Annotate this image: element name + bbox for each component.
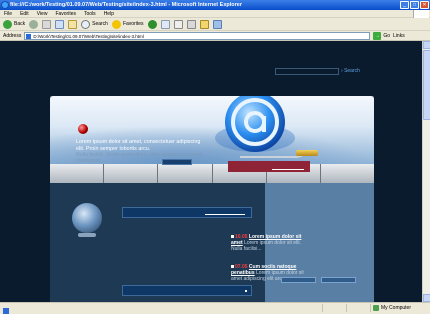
search-button[interactable]: Search bbox=[81, 19, 108, 29]
menu-bar: File Edit View Favorites Tools Help bbox=[0, 10, 430, 18]
site-search-input[interactable] bbox=[275, 68, 339, 75]
back-button[interactable]: Back bbox=[3, 19, 26, 29]
history-icon[interactable] bbox=[147, 19, 157, 29]
scroll-down-button[interactable] bbox=[423, 294, 430, 302]
print-icon[interactable] bbox=[173, 19, 183, 29]
minimize-button[interactable]: _ bbox=[400, 1, 409, 9]
menu-view[interactable]: View bbox=[37, 11, 48, 17]
nav-tabs bbox=[50, 164, 375, 183]
search-label: Search bbox=[92, 21, 108, 27]
search-icon bbox=[81, 19, 91, 29]
globe-stand bbox=[78, 233, 96, 237]
address-bar: Address D:\Work\Testing\01.09.07\Web\Tes… bbox=[0, 31, 430, 41]
audio-jack-icon bbox=[296, 150, 318, 156]
second-header-bar bbox=[122, 285, 252, 296]
favorites-label: Favorites bbox=[122, 21, 144, 27]
vertical-scrollbar[interactable] bbox=[422, 41, 430, 302]
zone-label: My Computer bbox=[381, 304, 412, 311]
status-bar: My Computer bbox=[0, 302, 430, 314]
menu-edit[interactable]: Edit bbox=[20, 11, 29, 17]
computer-icon bbox=[373, 304, 379, 311]
nav-tab-3[interactable] bbox=[158, 164, 213, 183]
favorites-button[interactable]: Favorites bbox=[111, 19, 144, 29]
go-button[interactable]: → Go bbox=[373, 31, 391, 40]
go-label: Go bbox=[383, 32, 391, 39]
folder-icon[interactable] bbox=[199, 19, 209, 29]
page-status-icon bbox=[3, 307, 9, 314]
window-controls: _ □ ✕ bbox=[400, 1, 429, 9]
forward-button[interactable] bbox=[29, 19, 39, 29]
menu-favorites[interactable]: Favorites bbox=[55, 11, 76, 17]
globe-icon bbox=[72, 203, 102, 233]
security-zone: My Computer bbox=[370, 303, 430, 312]
page-icon bbox=[26, 33, 32, 39]
edit-icon[interactable] bbox=[186, 19, 196, 29]
mail-icon[interactable] bbox=[160, 19, 170, 29]
scroll-thumb[interactable] bbox=[423, 50, 430, 120]
address-input[interactable]: D:\Work\Testing\01.09.07\Web\Testing\sit… bbox=[24, 31, 371, 40]
read-more-button[interactable] bbox=[162, 159, 192, 165]
scroll-up-button[interactable] bbox=[423, 41, 430, 49]
messenger-icon[interactable] bbox=[212, 19, 222, 29]
news-item: 10.05 Lorem ipsum dolor sit amet Lorem i… bbox=[231, 234, 311, 252]
menu-file[interactable]: File bbox=[4, 11, 12, 17]
site-search-label: Search bbox=[344, 68, 360, 74]
news-header-bar bbox=[228, 161, 310, 172]
red-orb-icon bbox=[78, 124, 88, 134]
standard-toolbar: Back Search Favorites bbox=[0, 18, 430, 31]
window-title: file:///C:/work/Testing/01.09.07/Web/Tes… bbox=[10, 2, 242, 8]
star-icon bbox=[111, 19, 121, 29]
bullet-icon bbox=[231, 265, 234, 268]
links-label[interactable]: Links bbox=[393, 33, 405, 39]
news-archive-button[interactable] bbox=[321, 277, 356, 283]
bullet-icon bbox=[231, 235, 234, 238]
status-segment bbox=[322, 303, 346, 312]
back-label: Back bbox=[14, 21, 26, 27]
main-header-bar bbox=[122, 207, 252, 218]
news-more-button[interactable] bbox=[281, 277, 316, 283]
nav-tab-1[interactable] bbox=[50, 164, 105, 183]
site-search-link[interactable]: › Search bbox=[341, 68, 360, 74]
maximize-button[interactable]: □ bbox=[410, 1, 419, 9]
site-container bbox=[50, 96, 375, 302]
address-label: Address bbox=[3, 32, 22, 39]
page-viewport: › Search Lorem ipsum dolor sit amet, con… bbox=[0, 41, 422, 302]
header-dot-icon bbox=[245, 290, 247, 292]
refresh-icon[interactable] bbox=[55, 19, 65, 29]
nav-tab-2[interactable] bbox=[104, 164, 159, 183]
nav-tab-6[interactable] bbox=[320, 164, 375, 183]
close-button[interactable]: ✕ bbox=[420, 1, 429, 9]
status-segment bbox=[346, 303, 370, 312]
windows-logo-icon bbox=[413, 10, 429, 18]
news-header-underline bbox=[272, 169, 304, 170]
back-arrow-icon bbox=[3, 19, 12, 29]
home-icon[interactable] bbox=[68, 19, 78, 29]
go-arrow-icon: → bbox=[373, 31, 382, 40]
address-value: D:\Work\Testing\01.09.07\Web\Testing\sit… bbox=[33, 33, 144, 39]
menu-tools[interactable]: Tools bbox=[84, 11, 96, 17]
forward-arrow-icon bbox=[29, 19, 39, 29]
main-intro-text: Lorem ipsum dolor sit amet, consectetuer… bbox=[76, 139, 201, 152]
ie-icon bbox=[1, 1, 9, 9]
stop-icon[interactable] bbox=[42, 19, 52, 29]
window-titlebar: file:///C:/work/Testing/01.09.07/Web/Tes… bbox=[0, 0, 430, 10]
header-underline bbox=[205, 214, 245, 215]
menu-help[interactable]: Help bbox=[104, 11, 114, 17]
